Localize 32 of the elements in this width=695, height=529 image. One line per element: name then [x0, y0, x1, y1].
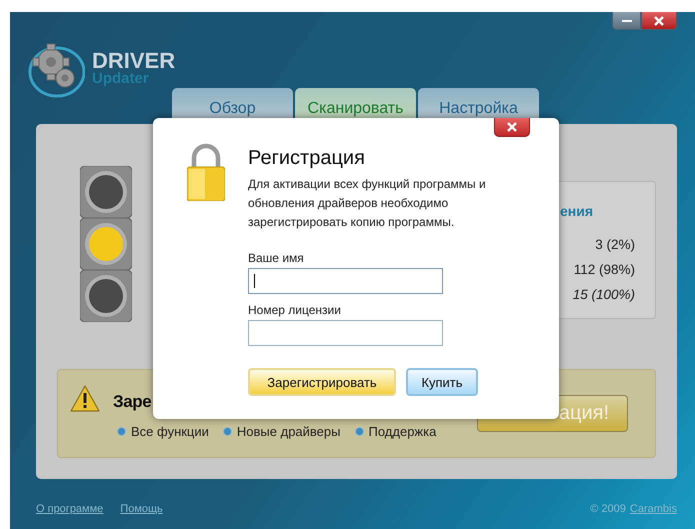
input-field[interactable]: [248, 268, 443, 294]
dialog-title: Регистрация: [248, 146, 365, 170]
dialog-message: Для активации всех функций программы и обновления драйверов необходимо зарегистрировать копию программы.: [248, 176, 487, 231]
bullet-icon: [354, 426, 364, 436]
warning-icon: [70, 385, 100, 412]
stats-value: 112 (98%): [574, 261, 635, 279]
minimize-icon: [622, 18, 632, 22]
padlock-icon: [187, 143, 225, 201]
footer-link[interactable]: Помощь: [120, 503, 163, 515]
bullet-icon: [222, 426, 232, 436]
bullet-icon: [117, 426, 126, 436]
close-icon: [654, 16, 664, 26]
field-label: Ваше имя: [248, 250, 304, 266]
text-caret: [254, 274, 255, 288]
stats-value: 3 (2%): [595, 236, 635, 254]
dialog-button[interactable]: Купить: [406, 368, 478, 396]
footer-link[interactable]: О программе: [36, 503, 104, 515]
feature-label: Поддержка: [368, 424, 436, 438]
logo-title: DRIVER: [92, 50, 176, 72]
stats-heading: ения: [560, 202, 594, 221]
warning-title: Заре: [113, 391, 152, 413]
dialog-button[interactable]: Зарегистрировать: [248, 368, 396, 396]
feature-label: Все функции: [131, 424, 209, 438]
close-button[interactable]: [641, 12, 677, 30]
minimize-button[interactable]: [612, 12, 641, 30]
feature-label: Новые драйверы: [236, 424, 340, 438]
copyright-text: © 2009: [590, 503, 626, 515]
field-label: Номер лицензии: [248, 302, 341, 318]
input-field[interactable]: [248, 320, 443, 346]
stats-value: 15 (100%): [572, 286, 635, 304]
close-button[interactable]: [494, 118, 530, 137]
close-icon: [507, 122, 517, 132]
